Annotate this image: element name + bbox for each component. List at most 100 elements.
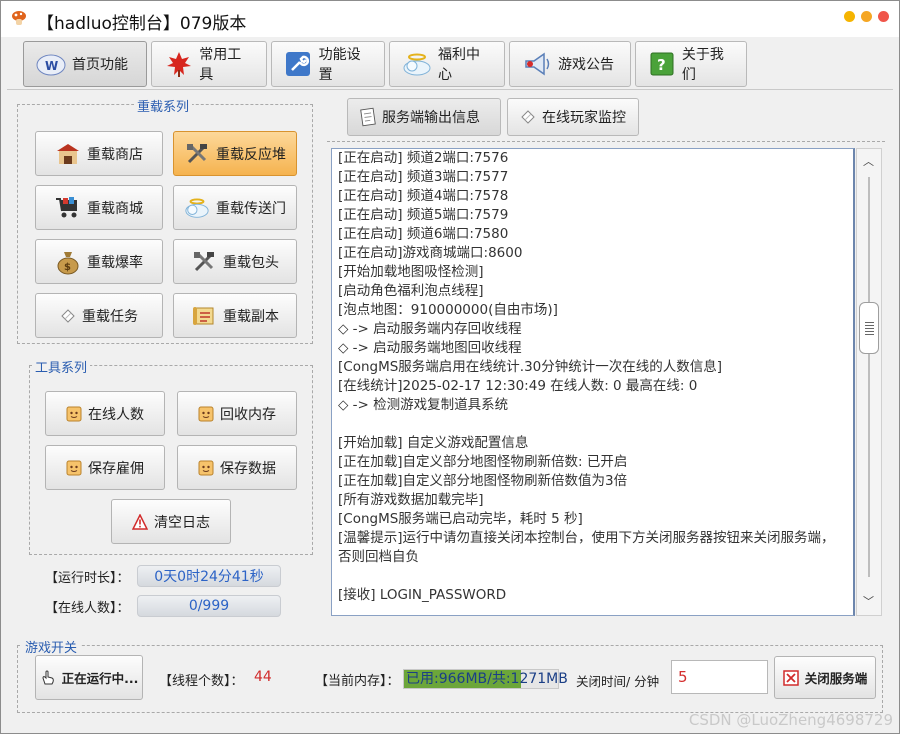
scroll-up-icon[interactable]: ︿: [863, 153, 874, 169]
title-bar: 【hadluo控制台】079版本: [1, 1, 899, 37]
warning-icon: [132, 513, 148, 530]
megaphone-icon: [522, 49, 552, 79]
cart-icon: [55, 195, 81, 221]
log-line: [CongMS服务端启用在线统计.30分钟统计一次在线的人数信息]: [338, 359, 723, 375]
memory-bar: 已用:966MB/共:1271MB: [403, 669, 568, 689]
log-line: ◇ -> 启动服务端地图回收线程: [338, 340, 522, 356]
scroll-icon: [191, 303, 217, 329]
log-line: [正在启动] 频道2端口:7576: [338, 150, 509, 166]
recycle-memory-button[interactable]: 回收内存: [177, 391, 297, 436]
nav-settings[interactable]: 功能设置: [271, 41, 385, 87]
window-controls: [844, 11, 889, 22]
log-line: [正在加载]自定义部分地图怪物刷新倍数值为3倍: [338, 473, 628, 489]
nav-about[interactable]: ? 关于我们: [635, 41, 747, 87]
log-line: [正在启动]游戏商城端口:8600: [338, 245, 523, 261]
nav-label: 常用工具: [199, 47, 242, 83]
running-status-button[interactable]: 正在运行中...: [35, 655, 143, 700]
shutdown-server-button[interactable]: 关闭服务端: [774, 656, 876, 699]
pointer-hand-icon: [40, 669, 56, 686]
runtime-value: 0天0时24分41秒: [137, 565, 281, 587]
log-line: [正在启动] 频道4端口:7578: [338, 188, 509, 204]
log-line: [温馨提示]运行中请勿直接关闭本控制台，使用下方关闭服务器按钮来关闭服务端，: [338, 530, 835, 546]
server-log[interactable]: [正在启动] 频道2端口:7576 [正在启动] 频道3端口:7577 [正在启动]…: [331, 148, 855, 616]
runtime-label: 【运行时长】：: [45, 571, 130, 586]
reload-droprate-button[interactable]: $ 重载爆率: [35, 239, 163, 284]
online-value: 0/999: [137, 595, 281, 617]
tab-server-output[interactable]: 服务端输出信息: [347, 98, 501, 136]
nav-label: 福利中心: [438, 47, 480, 83]
tools-cross-icon: [191, 249, 217, 275]
shop-icon: [55, 141, 81, 167]
log-line: [泡点地图：910000000(自由市场)]: [338, 302, 558, 318]
close-button[interactable]: [878, 11, 889, 22]
reload-group-title: 重载系列: [134, 96, 193, 115]
close-box-icon: [782, 669, 799, 686]
money-bag-icon: $: [55, 249, 81, 275]
nav-announcement[interactable]: 游戏公告: [509, 41, 631, 87]
memory-bar-text: 已用:966MB/共:1271MB: [406, 671, 568, 687]
document-icon: [360, 107, 376, 127]
maple-mushroom-icon: [12, 11, 26, 25]
log-line: [正在加载]自定义部分地图怪物刷新倍数: 已开启: [338, 454, 628, 470]
tab-online-monitor[interactable]: 在线玩家监控: [507, 98, 639, 136]
save-data-button[interactable]: 保存数据: [177, 445, 297, 490]
reload-portal-button[interactable]: 重载传送门: [173, 185, 297, 230]
reload-reactor-button[interactable]: 重载反应堆: [173, 131, 297, 176]
save-hired-button[interactable]: 保存雇佣: [45, 445, 165, 490]
log-line: [接收] LOGIN_PASSWORD: [338, 587, 507, 603]
reload-packet-button[interactable]: 重载包头: [173, 239, 297, 284]
tools-group-title: 工具系列: [32, 357, 91, 376]
log-line: [开始加载] 自定义游戏配置信息: [338, 435, 529, 451]
window-title: 【hadluo控制台】079版本: [37, 14, 247, 34]
reload-dungeon-button[interactable]: 重载副本: [173, 293, 297, 338]
log-line: [正在启动] 频道6端口:7580: [338, 226, 509, 242]
threads-value: 44: [254, 669, 272, 685]
app-window: 【hadluo控制台】079版本 W 首页功能 常用工具 功能设置 福利中心 游…: [0, 0, 900, 734]
home-w-icon: W: [36, 49, 66, 79]
nav-label: 游戏公告: [558, 57, 614, 73]
log-line: [在线统计]2025-02-17 12:30:49 在线人数: 0 最高在线: …: [338, 378, 698, 394]
reload-quest-button[interactable]: 重载任务: [35, 293, 163, 338]
log-line: [启动角色福利泡点线程]: [338, 283, 484, 299]
minimize-button[interactable]: [844, 11, 855, 22]
svg-text:?: ?: [657, 56, 666, 74]
close-time-input[interactable]: [671, 660, 768, 694]
log-line: [正在启动] 频道5端口:7579: [338, 207, 509, 223]
svg-text:W: W: [45, 59, 58, 73]
log-line: [正在启动] 频道3端口:7577: [338, 169, 509, 185]
clear-log-button[interactable]: 清空日志: [111, 499, 231, 544]
online-count-button[interactable]: 在线人数: [45, 391, 165, 436]
nav-label: 功能设置: [318, 47, 361, 83]
log-line: [CongMS服务端已启动完毕，耗时 5 秒]: [338, 511, 583, 527]
tools-cross-icon: [184, 141, 210, 167]
cloud-icon: [402, 49, 432, 79]
scroll-track: [868, 177, 870, 577]
face-icon: [198, 460, 214, 476]
nav-tools[interactable]: 常用工具: [151, 41, 267, 87]
help-icon: ?: [648, 49, 676, 79]
nav-home[interactable]: W 首页功能: [23, 41, 147, 87]
watermark: CSDN @LuoZheng4698729: [688, 711, 893, 729]
nav-welfare[interactable]: 福利中心: [389, 41, 505, 87]
threads-label: 【线程个数】：: [159, 674, 244, 689]
log-scrollbar[interactable]: ︿ ﹀: [856, 148, 882, 616]
eraser-icon: [60, 308, 76, 324]
wrench-icon: [284, 49, 313, 79]
close-time-label: 关闭时间/ 分钟: [576, 674, 660, 689]
scroll-thumb[interactable]: [859, 302, 879, 354]
face-icon: [66, 460, 82, 476]
maple-leaf-icon: [164, 49, 193, 79]
reload-shop-button[interactable]: 重载商店: [35, 131, 163, 176]
reload-mall-button[interactable]: 重载商城: [35, 185, 163, 230]
maximize-button[interactable]: [861, 11, 872, 22]
scroll-down-icon[interactable]: ﹀: [863, 593, 874, 609]
svg-text:$: $: [64, 262, 71, 273]
main-nav: W 首页功能 常用工具 功能设置 福利中心 游戏公告 ? 关于我们: [23, 41, 747, 87]
log-line: ◇ -> 启动服务端内存回收线程: [338, 321, 522, 337]
log-line: 否则回档自负: [338, 549, 419, 565]
online-label: 【在线人数】：: [45, 601, 130, 616]
log-line: [开始加载地图吸怪检测]: [338, 264, 484, 280]
log-line: [所有游戏数据加载完毕]: [338, 492, 484, 508]
